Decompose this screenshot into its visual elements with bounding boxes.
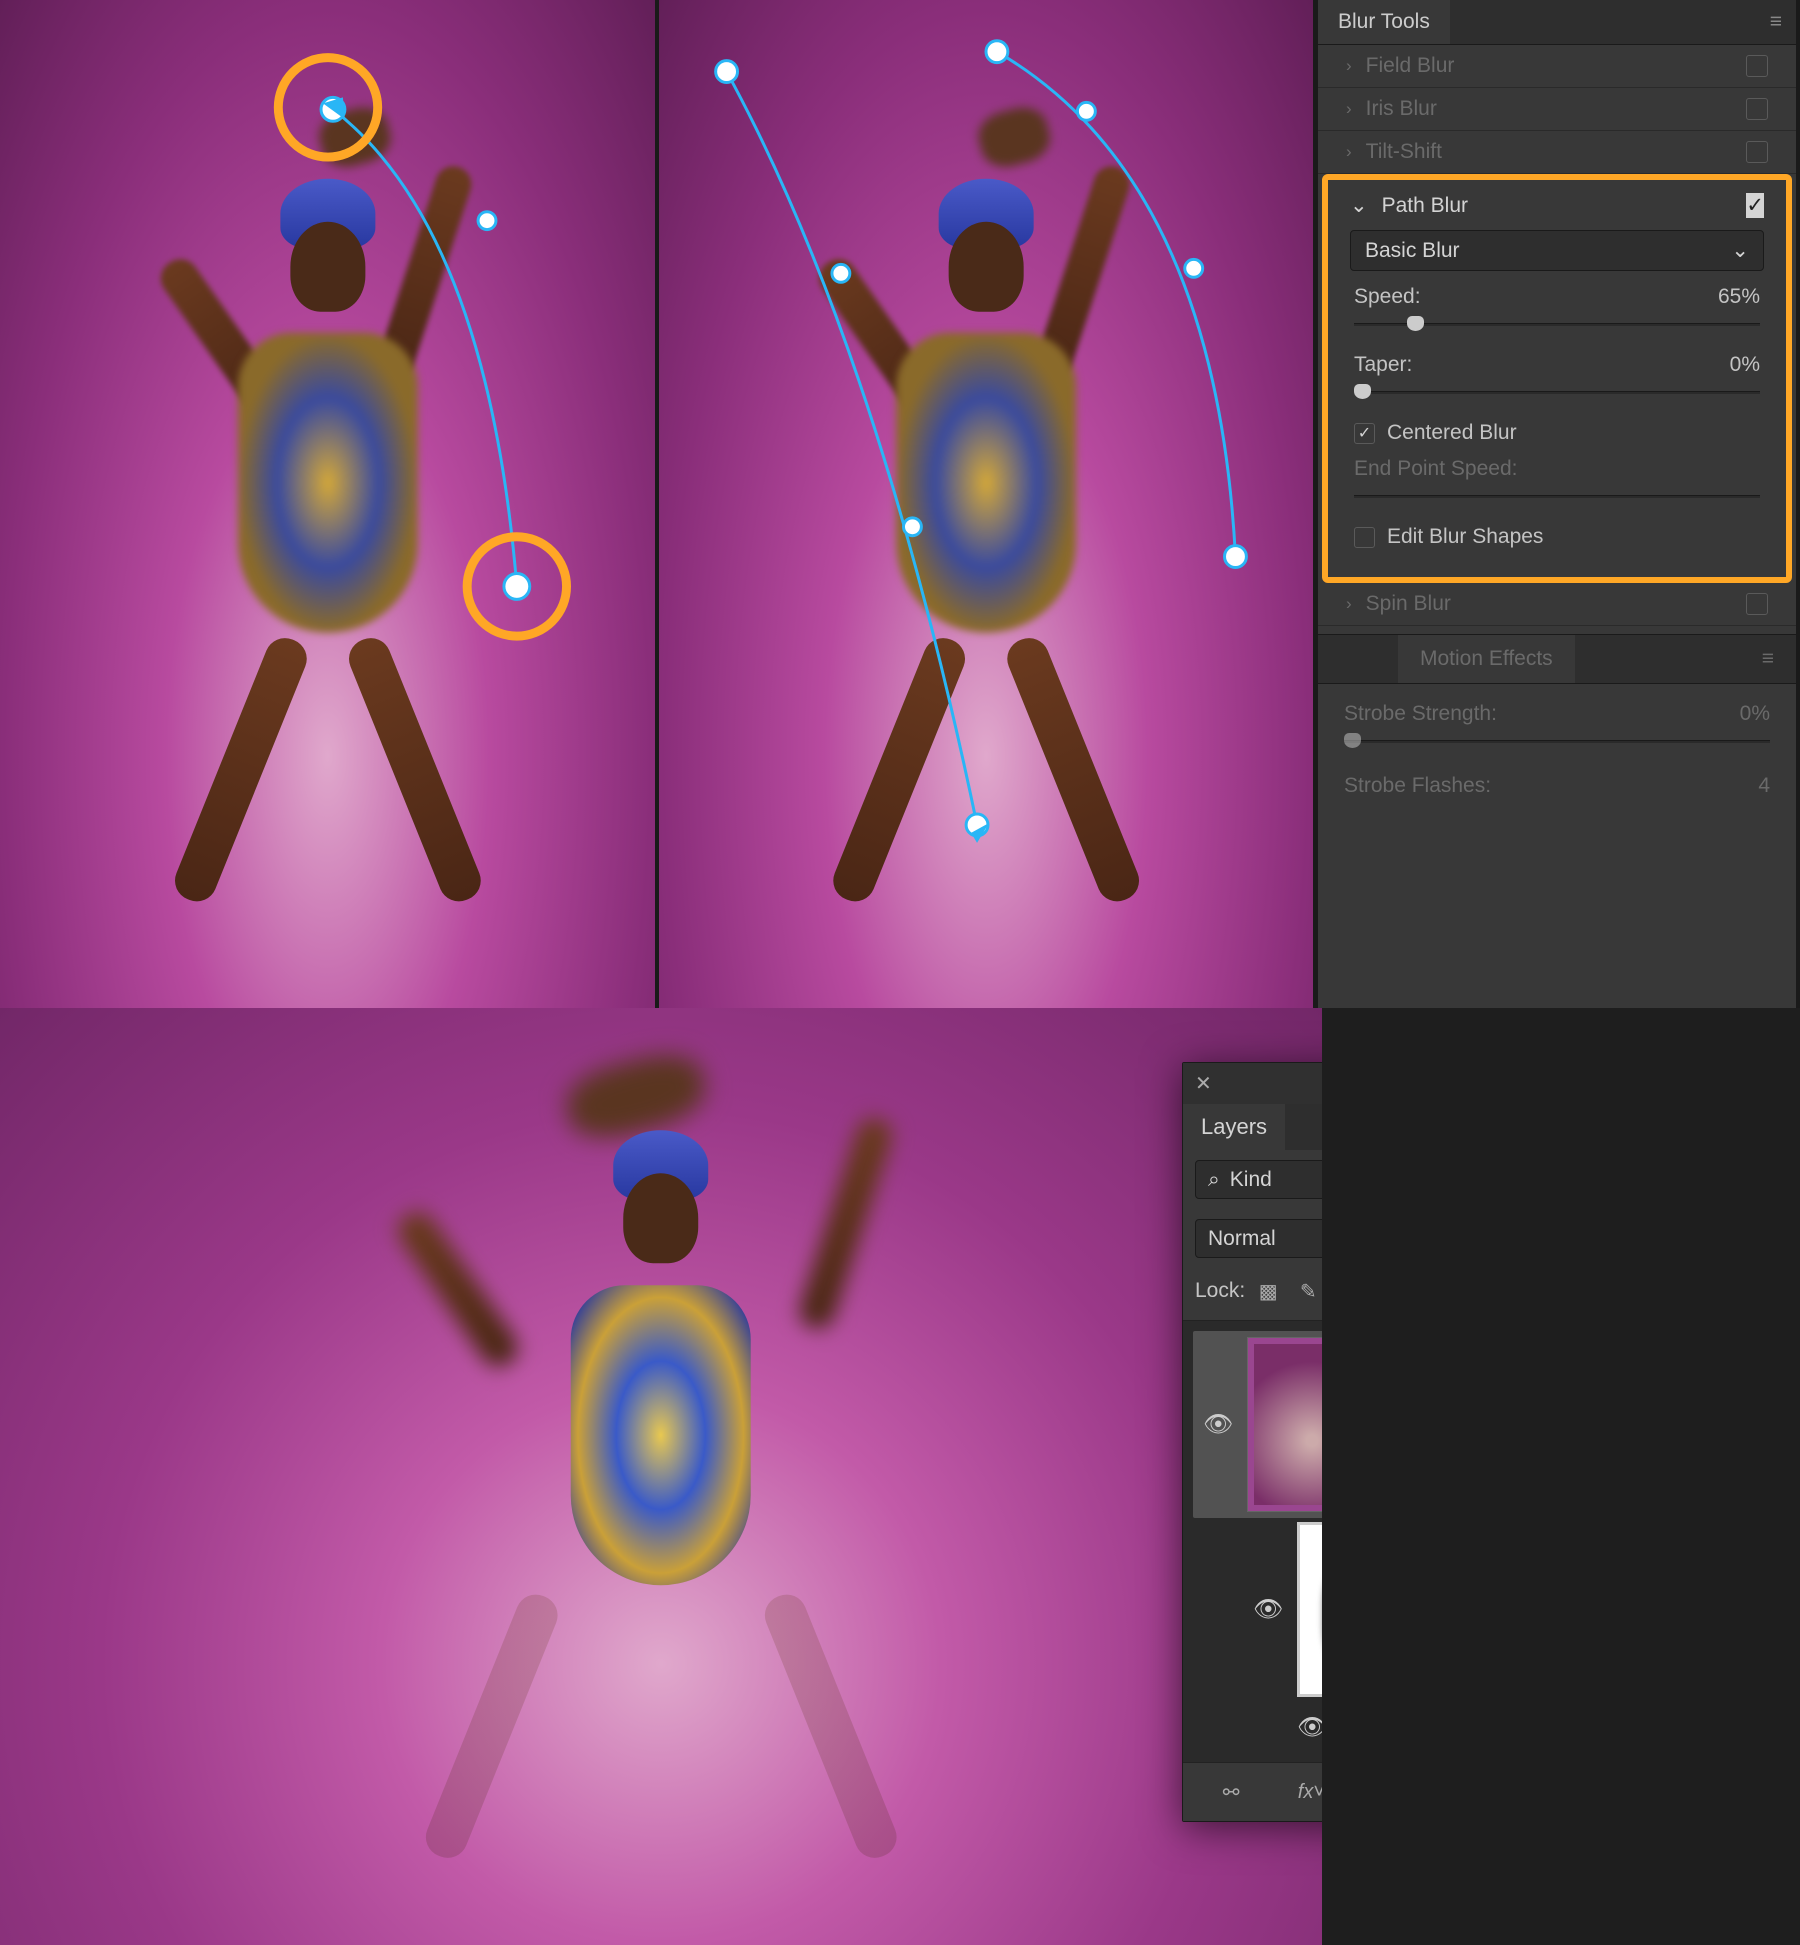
- link-layers-icon[interactable]: ⚯: [1214, 1775, 1248, 1809]
- section-iris-blur[interactable]: ›Iris Blur: [1318, 88, 1796, 131]
- tab-layers[interactable]: Layers: [1183, 1104, 1285, 1150]
- chevron-down-icon: ⌄: [1731, 238, 1749, 263]
- layer-filter-dropdown[interactable]: ⌕Kind⌄: [1195, 1160, 1322, 1199]
- panel-menu-icon[interactable]: ≡: [1756, 0, 1796, 44]
- taper-label: Taper:: [1354, 353, 1412, 377]
- speed-label: Speed:: [1354, 285, 1421, 309]
- blur-tools-panel: Blur Tools ≡ ›Field Blur ›Iris Blur ›Til…: [1317, 0, 1796, 1008]
- layers-panel: ✕ « Layers ≡ ⌕Kind⌄ ▦ ◐ T ▭ 🗋 ◉ Nor: [1182, 1062, 1322, 1822]
- blend-mode-dropdown[interactable]: Normal⌄: [1195, 1219, 1322, 1258]
- endpoint-speed-label: End Point Speed:: [1354, 457, 1517, 481]
- section-path-blur[interactable]: ⌄ Path Blur ✓: [1328, 184, 1786, 222]
- path-blur-checkbox[interactable]: ✓: [1746, 193, 1764, 218]
- filter-mask-thumbnail[interactable]: [1297, 1522, 1322, 1697]
- visibility-icon[interactable]: 👁: [1203, 1410, 1233, 1439]
- chevron-down-icon: ⌄: [1350, 193, 1368, 218]
- strobe-strength-label: Strobe Strength:: [1344, 702, 1497, 726]
- panel-menu-icon[interactable]: ≡: [1740, 635, 1796, 683]
- centered-blur-label: Centered Blur: [1387, 421, 1517, 445]
- canvas-preview-1[interactable]: [0, 0, 659, 1008]
- visibility-icon[interactable]: 👁: [1253, 1595, 1283, 1624]
- lock-brush-icon[interactable]: ✎: [1291, 1274, 1322, 1308]
- close-icon[interactable]: ✕: [1195, 1071, 1212, 1096]
- dark-background: [1322, 1008, 1800, 1945]
- path-blur-highlight: ⌄ Path Blur ✓ Basic Blur⌄ Speed: 65% Tape…: [1322, 174, 1792, 583]
- lock-label: Lock:: [1195, 1279, 1245, 1303]
- taper-value[interactable]: 0%: [1730, 353, 1760, 377]
- edit-blur-shapes-label: Edit Blur Shapes: [1387, 525, 1543, 549]
- canvas-preview-2[interactable]: [659, 0, 1317, 1008]
- speed-slider[interactable]: [1354, 313, 1760, 335]
- section-field-blur[interactable]: ›Field Blur: [1318, 45, 1796, 88]
- section-tilt-shift[interactable]: ›Tilt-Shift: [1318, 131, 1796, 174]
- layer-fx-icon[interactable]: fx˅: [1294, 1775, 1322, 1809]
- strobe-strength-value: 0%: [1740, 702, 1770, 726]
- blur-mode-dropdown[interactable]: Basic Blur⌄: [1350, 230, 1764, 271]
- taper-slider[interactable]: [1354, 381, 1760, 403]
- strobe-flashes-value: 4: [1758, 774, 1770, 798]
- section-spin-blur[interactable]: ›Spin Blur: [1318, 583, 1796, 626]
- visibility-icon[interactable]: 👁: [1297, 1713, 1322, 1742]
- edit-blur-shapes-checkbox[interactable]: [1354, 527, 1375, 548]
- tab-blur-tools[interactable]: Blur Tools: [1318, 0, 1450, 44]
- strobe-flashes-label: Strobe Flashes:: [1344, 774, 1491, 798]
- tab-motion-effects[interactable]: Motion Effects: [1398, 635, 1575, 683]
- canvas-result[interactable]: ✕ « Layers ≡ ⌕Kind⌄ ▦ ◐ T ▭ 🗋 ◉ Nor: [0, 1008, 1322, 1945]
- endpoint-speed-slider: [1354, 485, 1760, 507]
- layer-thumbnail[interactable]: [1247, 1337, 1322, 1512]
- path-blur-label: Path Blur: [1382, 194, 1468, 218]
- speed-value[interactable]: 65%: [1718, 285, 1760, 309]
- search-icon: ⌕: [1208, 1168, 1220, 1192]
- lock-transparent-icon[interactable]: ▩: [1251, 1274, 1285, 1308]
- centered-blur-checkbox[interactable]: ✓: [1354, 423, 1375, 444]
- strobe-strength-slider: [1344, 730, 1770, 752]
